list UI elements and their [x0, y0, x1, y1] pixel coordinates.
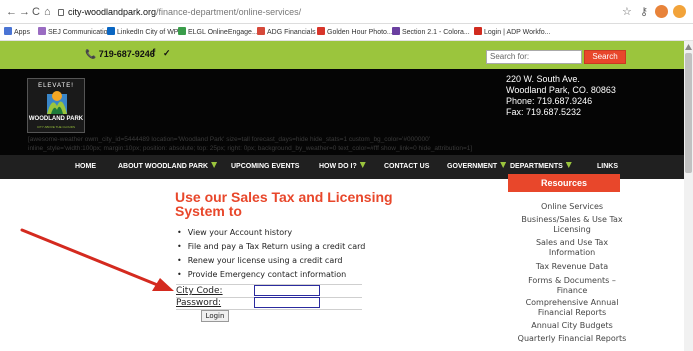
sidebar-link-city-budgets[interactable]: Annual City Budgets: [512, 321, 632, 331]
page-scrollbar[interactable]: [684, 41, 693, 351]
resources-heading: Resources: [508, 174, 620, 192]
sidebar-link-tax-revenue[interactable]: Tax Revenue Data: [512, 262, 632, 272]
sidebar-link-annual-reports[interactable]: Comprehensive Annual Financial Reports: [512, 298, 632, 318]
sidebar-link-forms-documents[interactable]: Forms & Documents – Finance: [512, 276, 632, 296]
sidebar-link-quarterly-reports[interactable]: Quarterly Financial Reports: [512, 334, 632, 344]
sidebar-link-sales-use-tax[interactable]: Sales and Use Tax Information: [512, 238, 632, 258]
sidebar-link-online-services[interactable]: Online Services: [512, 202, 632, 212]
sidebar-link-business-licensing[interactable]: Business/Sales & Use Tax Licensing: [512, 215, 632, 235]
scroll-up-icon[interactable]: [685, 44, 692, 50]
scroll-thumb[interactable]: [685, 53, 692, 173]
